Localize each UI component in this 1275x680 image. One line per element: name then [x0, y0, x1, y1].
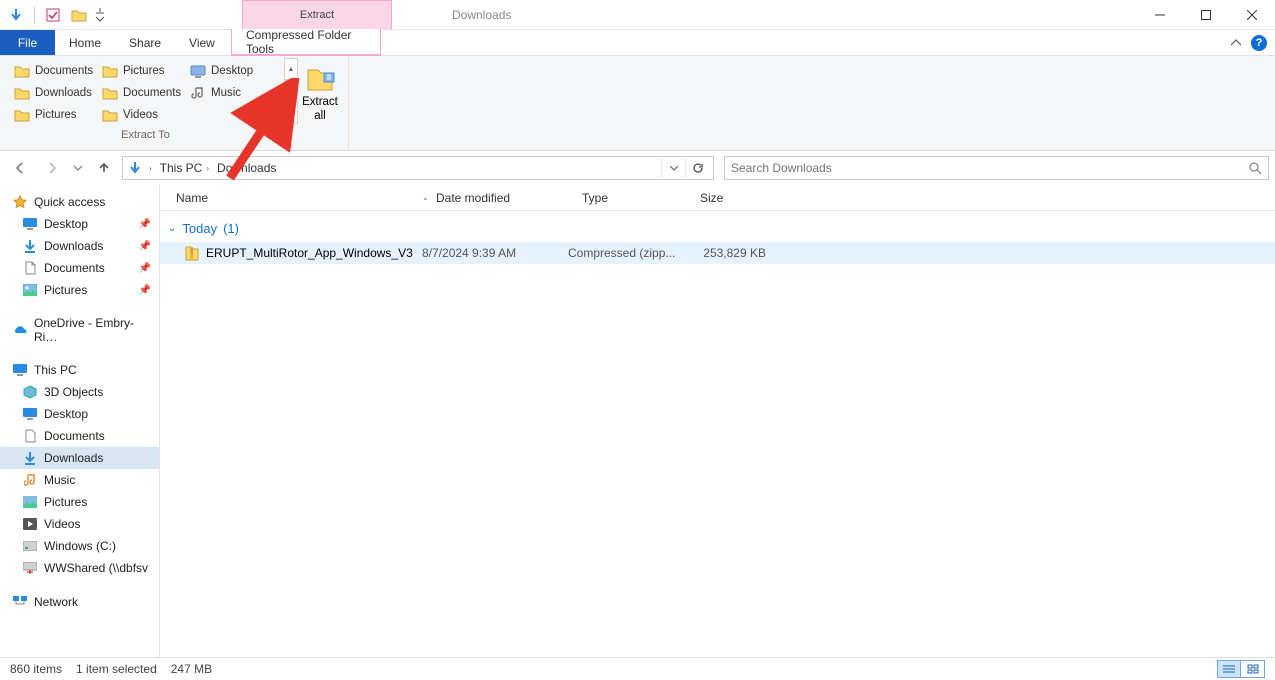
- file-type: Compressed (zipp...: [568, 246, 686, 260]
- col-date-header[interactable]: Date modified: [436, 191, 582, 205]
- nav-network-drive[interactable]: WWShared (\\dbfsv: [0, 557, 159, 579]
- up-button[interactable]: [90, 156, 118, 180]
- sort-indicator-icon[interactable]: ⌄: [422, 193, 436, 202]
- help-button[interactable]: ?: [1251, 35, 1267, 51]
- view-tab[interactable]: View: [175, 30, 229, 55]
- breadcrumb-this-pc[interactable]: This PC›: [158, 161, 213, 175]
- status-item-count: 860 items: [10, 662, 62, 676]
- maximize-button[interactable]: [1183, 0, 1229, 30]
- pin-icon: 📌: [139, 219, 151, 230]
- qat-dropdown-icon[interactable]: [95, 5, 105, 25]
- status-size: 247 MB: [171, 662, 212, 676]
- nav-this-pc[interactable]: This PC: [0, 359, 159, 381]
- extract-all-button[interactable]: Extract all: [292, 56, 348, 130]
- back-button[interactable]: [6, 156, 34, 180]
- search-icon[interactable]: [1248, 161, 1262, 175]
- pin-icon: 📌: [139, 285, 151, 296]
- recent-locations-button[interactable]: [70, 156, 86, 180]
- file-date: 8/7/2024 9:39 AM: [422, 246, 568, 260]
- minimize-ribbon-icon[interactable]: [1231, 38, 1241, 48]
- nav-pictures-qa[interactable]: Pictures📌: [0, 279, 159, 301]
- extract-to-videos[interactable]: Videos: [96, 104, 184, 126]
- chevron-right-icon[interactable]: ›: [147, 164, 154, 173]
- star-icon: [12, 194, 28, 210]
- extract-to-group-label: Extract To: [0, 126, 291, 144]
- nav-network[interactable]: Network: [0, 591, 159, 613]
- group-today[interactable]: ⌄ Today (1): [160, 211, 1275, 242]
- refresh-button[interactable]: [685, 157, 709, 179]
- window-title: Downloads: [452, 8, 511, 22]
- nav-videos-pc[interactable]: Videos: [0, 513, 159, 535]
- address-bar[interactable]: › This PC› Downloads: [122, 156, 714, 180]
- address-dropdown-button[interactable]: [661, 157, 685, 179]
- extract-to-documents-2[interactable]: Documents: [96, 82, 184, 104]
- nav-music-pc[interactable]: Music: [0, 469, 159, 491]
- contextual-tab-label: Extract: [292, 8, 342, 22]
- extract-all-icon: [304, 62, 336, 94]
- file-tab[interactable]: File: [0, 30, 55, 55]
- compressed-folder-tools-tab[interactable]: Compressed Folder Tools: [231, 29, 381, 56]
- pin-icon: 📌: [139, 263, 151, 274]
- pin-icon: 📌: [139, 241, 151, 252]
- navigation-pane[interactable]: Quick access Desktop📌 Downloads📌 Documen…: [0, 185, 160, 657]
- file-size: 253,829 KB: [686, 246, 782, 260]
- nav-downloads-pc[interactable]: Downloads: [0, 447, 159, 469]
- home-tab[interactable]: Home: [55, 30, 115, 55]
- column-headers[interactable]: Name ⌄ Date modified Type Size: [160, 185, 1275, 211]
- details-view-button[interactable]: [1217, 660, 1241, 678]
- address-folder-icon: [127, 160, 143, 176]
- contextual-tab-title: Extract: [242, 0, 392, 30]
- zip-file-icon: [184, 245, 200, 261]
- large-icons-view-button[interactable]: [1241, 660, 1265, 678]
- extract-to-documents[interactable]: Documents: [8, 60, 96, 82]
- extract-to-pictures-2[interactable]: Pictures: [8, 104, 96, 126]
- qat-check-icon[interactable]: [43, 5, 63, 25]
- nav-drive-c[interactable]: Windows (C:): [0, 535, 159, 557]
- extract-to-downloads[interactable]: Downloads: [8, 82, 96, 104]
- close-button[interactable]: [1229, 0, 1275, 30]
- file-row[interactable]: ERUPT_MultiRotor_App_Windows_V3 8/7/2024…: [160, 242, 1275, 264]
- nav-documents-qa[interactable]: Documents📌: [0, 257, 159, 279]
- nav-pictures-pc[interactable]: Pictures: [0, 491, 159, 513]
- nav-onedrive[interactable]: OneDrive - Embry-Ri…: [0, 313, 159, 347]
- col-size-header[interactable]: Size: [700, 191, 796, 205]
- quick-access-header[interactable]: Quick access: [0, 191, 159, 213]
- extract-to-pictures[interactable]: Pictures: [96, 60, 184, 82]
- status-bar: 860 items 1 item selected 247 MB: [0, 657, 1275, 680]
- search-box[interactable]: [724, 156, 1269, 180]
- nav-3d-objects[interactable]: 3D Objects: [0, 381, 159, 403]
- minimize-button[interactable]: [1137, 0, 1183, 30]
- col-name-header[interactable]: Name: [176, 191, 422, 205]
- qat-folder-icon[interactable]: [69, 5, 89, 25]
- nav-desktop[interactable]: Desktop📌: [0, 213, 159, 235]
- file-name: ERUPT_MultiRotor_App_Windows_V3: [206, 246, 413, 260]
- share-tab[interactable]: Share: [115, 30, 175, 55]
- extract-to-music[interactable]: Music: [184, 82, 276, 104]
- nav-documents-pc[interactable]: Documents: [0, 425, 159, 447]
- nav-desktop-pc[interactable]: Desktop: [0, 403, 159, 425]
- chevron-down-icon: ⌄: [168, 223, 176, 234]
- nav-downloads-qa[interactable]: Downloads📌: [0, 235, 159, 257]
- breadcrumb-downloads[interactable]: Downloads: [215, 161, 278, 175]
- search-input[interactable]: [731, 161, 1248, 175]
- forward-button[interactable]: [38, 156, 66, 180]
- qat-down-arrow-icon[interactable]: [6, 5, 26, 25]
- col-type-header[interactable]: Type: [582, 191, 700, 205]
- status-selected: 1 item selected: [76, 662, 157, 676]
- extract-to-gallery[interactable]: Documents Pictures Desktop Downloads Doc…: [0, 56, 284, 126]
- extract-to-desktop[interactable]: Desktop: [184, 60, 276, 82]
